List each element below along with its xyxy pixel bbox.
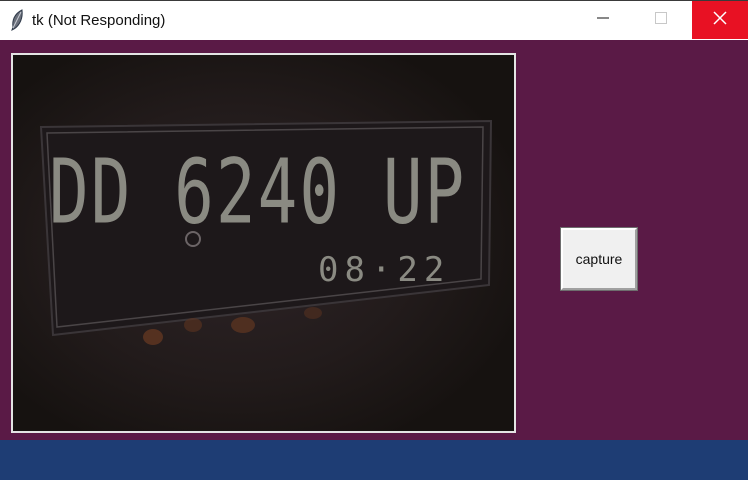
camera-preview: DD 6240 UP 08·22 [11, 53, 516, 433]
title-bar[interactable]: tk (Not Responding) [0, 1, 748, 40]
plate-number-text: DD 6240 UP [49, 141, 466, 244]
plate-expiry-text: 08·22 [318, 250, 450, 290]
minimize-button[interactable] [580, 1, 625, 39]
maximize-icon [654, 11, 667, 29]
close-icon [713, 10, 727, 30]
maximize-button[interactable] [638, 1, 683, 39]
close-button[interactable] [692, 1, 748, 39]
capture-button[interactable]: capture [560, 227, 638, 291]
client-area: DD 6240 UP 08·22 capture [0, 40, 748, 441]
minimize-icon [596, 11, 609, 29]
window-title: tk (Not Responding) [32, 12, 166, 29]
taskbar [0, 440, 748, 480]
app-window: tk (Not Responding) DD 6240 UP 08·22 cap… [0, 0, 748, 441]
camera-image: DD 6240 UP 08·22 [13, 55, 514, 431]
feather-icon [8, 9, 26, 31]
